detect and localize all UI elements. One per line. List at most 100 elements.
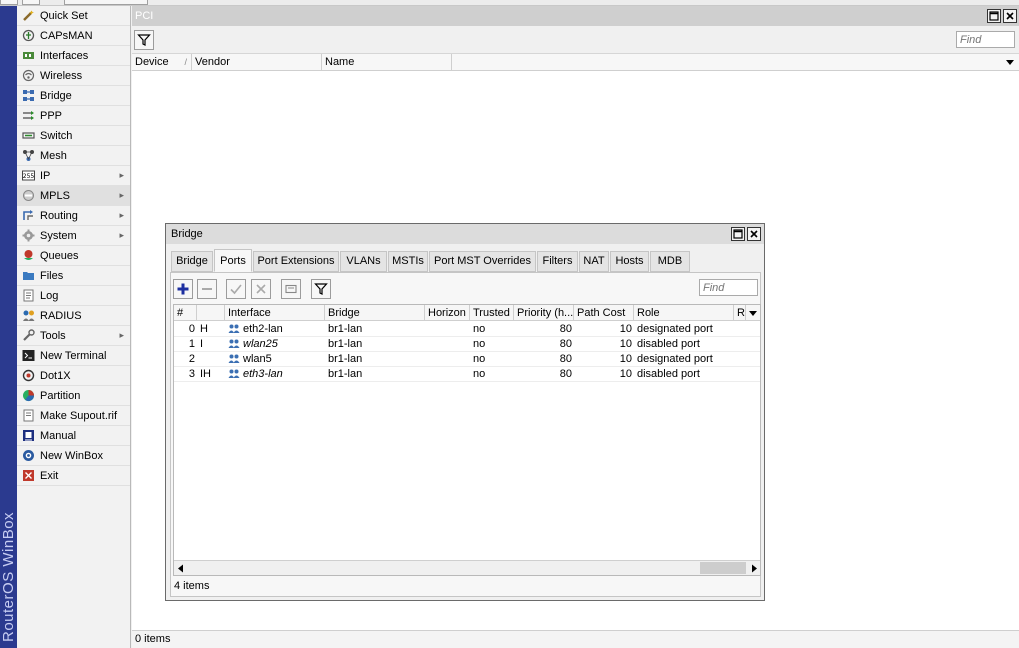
menu-item-make-supout-rif[interactable]: Make Supout.rif — [17, 406, 130, 426]
enable-button[interactable] — [226, 279, 246, 299]
column-menu-dropdown[interactable] — [1005, 57, 1015, 70]
menu-item-ppp[interactable]: PPP — [17, 106, 130, 126]
tab-mstis[interactable]: MSTIs — [388, 251, 428, 272]
cell-flags: IH — [200, 368, 211, 380]
maximize-button[interactable] — [731, 227, 745, 241]
ports-find-input[interactable] — [699, 279, 758, 296]
disable-button[interactable] — [251, 279, 271, 299]
cell-role: disabled port — [637, 338, 700, 350]
tab-filters[interactable]: Filters — [537, 251, 578, 272]
menu-item-routing[interactable]: Routing ▸ — [17, 206, 130, 226]
column-header-number[interactable]: # — [174, 305, 197, 321]
column-header-flags[interactable] — [197, 305, 225, 321]
close-button[interactable] — [1003, 9, 1017, 23]
menu-item-system[interactable]: System ▸ — [17, 226, 130, 246]
menu-item-label: RADIUS — [40, 309, 82, 322]
menu-item-label: Files — [40, 269, 64, 282]
column-header-vendor[interactable]: Vendor — [192, 54, 322, 71]
menu-item-mpls[interactable]: MPLS ▸ — [17, 186, 130, 206]
table-row[interactable]: 3 IH eth3-lan br1-lan no 80 10 disabled port — [174, 367, 760, 382]
submenu-arrow-icon: ▸ — [119, 190, 124, 200]
supout-icon — [23, 409, 34, 422]
menu-item-manual[interactable]: Manual — [17, 426, 130, 446]
column-header-device[interactable]: Device / — [132, 54, 192, 71]
menu-item-bridge[interactable]: Bridge — [17, 86, 130, 106]
filter-button[interactable] — [134, 30, 154, 50]
scroll-right-icon[interactable] — [750, 564, 758, 573]
cell-bridge: br1-lan — [328, 353, 363, 365]
top-toolbar-field[interactable] — [64, 0, 148, 5]
cell-interface: eth3-lan — [225, 367, 325, 382]
menu-item-label: Exit — [40, 469, 59, 482]
routing-icon — [23, 210, 33, 220]
menu-item-switch[interactable]: Switch — [17, 126, 130, 146]
horizontal-scrollbar[interactable] — [174, 560, 760, 575]
filter-icon — [137, 34, 151, 46]
cell-horizon — [425, 322, 470, 337]
dot1x-icon — [22, 369, 35, 382]
wireless-icon — [22, 69, 35, 82]
column-header-priority[interactable]: Priority (h... — [514, 305, 574, 321]
tab-vlans[interactable]: VLANs — [340, 251, 387, 272]
tab-nat[interactable]: NAT — [579, 251, 609, 272]
tab-mdb[interactable]: MDB — [650, 251, 690, 272]
column-header-horizon[interactable]: Horizon — [425, 305, 470, 321]
column-header-interface[interactable]: Interface — [225, 305, 325, 321]
chevron-down-icon — [1006, 60, 1014, 65]
ppp-icon — [23, 111, 34, 120]
menu-item-dot1x[interactable]: Dot1X — [17, 366, 130, 386]
table-row[interactable]: 2 wlan5 br1-lan no 80 10 designated port — [174, 352, 760, 367]
add-button[interactable] — [173, 279, 193, 299]
column-header-path-cost[interactable]: Path Cost — [574, 305, 634, 321]
filter-button[interactable] — [311, 279, 331, 299]
column-header-name[interactable]: Name — [322, 54, 452, 71]
wand-icon — [23, 10, 34, 21]
menu-item-quick-set[interactable]: Quick Set — [17, 6, 130, 26]
scroll-left-icon[interactable] — [177, 564, 185, 573]
column-header-trusted[interactable]: Trusted — [470, 305, 514, 321]
table-row[interactable]: 1 Iwlan25 br1-lan no 80 10 disabled port — [174, 337, 760, 352]
menu-item-exit[interactable]: Exit — [17, 466, 130, 486]
menu-item-queues[interactable]: Queues — [17, 246, 130, 266]
bridge-titlebar[interactable]: Bridge — [166, 224, 764, 244]
tab-port-extensions[interactable]: Port Extensions — [253, 251, 339, 272]
menu-item-mesh[interactable]: Mesh — [17, 146, 130, 166]
menu-item-log[interactable]: Log — [17, 286, 130, 306]
top-toolbar-button[interactable] — [0, 0, 18, 5]
menu-item-label: IP — [40, 169, 51, 182]
comment-button[interactable] — [281, 279, 301, 299]
menu-item-new-terminal[interactable]: New Terminal — [17, 346, 130, 366]
menu-item-wireless[interactable]: Wireless — [17, 66, 130, 86]
remove-button[interactable] — [197, 279, 217, 299]
close-button[interactable] — [747, 227, 761, 241]
menu-item-capsman[interactable]: CAPsMAN — [17, 26, 130, 46]
pci-find-input[interactable] — [956, 31, 1015, 48]
menu-item-files[interactable]: Files — [17, 266, 130, 286]
menu-item-new-winbox[interactable]: New WinBox — [17, 446, 130, 466]
menu-item-label: New Terminal — [40, 349, 107, 362]
menu-item-label: Manual — [40, 429, 77, 442]
scrollbar-thumb[interactable] — [700, 562, 746, 574]
tab-hosts[interactable]: Hosts — [610, 251, 649, 272]
column-header-role[interactable]: Role — [634, 305, 734, 321]
tab-ports[interactable]: Ports — [214, 249, 252, 272]
pci-titlebar[interactable]: PCI — [132, 6, 1019, 26]
bridge-icon — [23, 90, 34, 101]
tab-bridge[interactable]: Bridge — [171, 251, 213, 272]
submenu-arrow-icon: ▸ — [119, 210, 124, 220]
tab-port-mst-overrides[interactable]: Port MST Overrides — [429, 251, 536, 272]
menu-item-radius[interactable]: RADIUS — [17, 306, 130, 326]
column-header-bridge[interactable]: Bridge — [325, 305, 425, 321]
menu-item-interfaces[interactable]: Interfaces — [17, 46, 130, 66]
top-toolbar-button[interactable] — [22, 0, 40, 5]
maximize-button[interactable] — [987, 9, 1001, 23]
menu-item-tools[interactable]: Tools ▸ — [17, 326, 130, 346]
menu-item-partition[interactable]: Partition — [17, 386, 130, 406]
menu-item-ip[interactable]: 255 IP ▸ — [17, 166, 130, 186]
table-row[interactable]: 0 Heth2-lan br1-lan no 80 10 designated port — [174, 322, 760, 337]
column-menu-dropdown[interactable] — [748, 308, 758, 321]
cell-trusted: no — [473, 368, 486, 380]
cross-icon — [256, 284, 266, 294]
column-header-r[interactable]: R — [734, 305, 746, 321]
cell-num: 2 — [188, 353, 195, 365]
